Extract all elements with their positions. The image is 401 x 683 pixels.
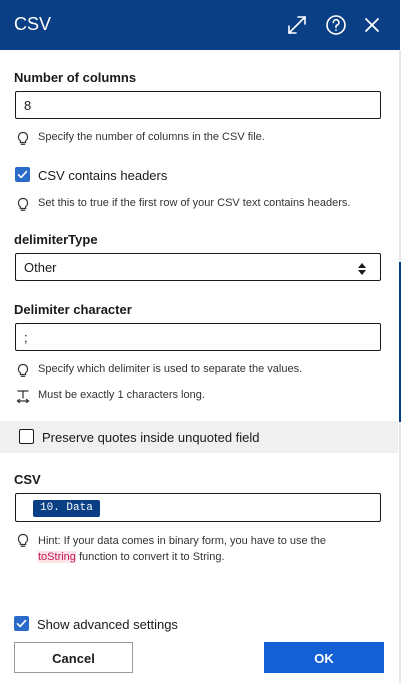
cancel-button[interactable]: Cancel: [14, 642, 133, 673]
lightbulb-icon: [16, 131, 32, 147]
num-columns-label: Number of columns: [14, 70, 137, 85]
delimiter-type-label: delimiterType: [14, 232, 98, 247]
csv-label: CSV: [14, 472, 41, 487]
delimiter-length-hint-text: Must be exactly 1 characters long.: [38, 389, 205, 401]
data-token-pill[interactable]: 10. Data: [33, 500, 100, 517]
csv-hint-after: function to convert it to String.: [75, 551, 225, 563]
preserve-quotes-checkbox[interactable]: [19, 429, 34, 444]
headers-checkbox-label[interactable]: CSV contains headers: [38, 168, 167, 183]
delimiter-char-hint: Specify which delimiter is used to separ…: [16, 363, 302, 379]
advanced-settings-label[interactable]: Show advanced settings: [37, 617, 178, 632]
close-icon[interactable]: [360, 13, 384, 37]
preserve-quotes-label[interactable]: Preserve quotes inside unquoted field: [42, 430, 260, 445]
delimiter-length-hint: Must be exactly 1 characters long.: [16, 389, 205, 403]
ok-button[interactable]: OK: [264, 642, 384, 673]
lightbulb-icon: [16, 533, 32, 549]
headers-checkbox[interactable]: [15, 167, 30, 182]
panel-header: CSV: [0, 0, 400, 50]
csv-hint: Hint: If your data comes in binary form,…: [16, 533, 346, 565]
num-columns-input[interactable]: [15, 91, 381, 119]
checkmark-icon: [17, 170, 28, 179]
delimiter-char-label: Delimiter character: [14, 302, 132, 317]
headers-hint-text: Set this to true if the first row of you…: [38, 197, 351, 209]
panel-title: CSV: [14, 14, 52, 34]
tostring-function: toString: [38, 551, 76, 563]
advanced-settings-checkbox[interactable]: [14, 616, 29, 631]
headers-hint: Set this to true if the first row of you…: [16, 197, 350, 213]
lightbulb-icon: [16, 197, 32, 213]
help-icon[interactable]: [324, 13, 348, 37]
csv-hint-text: Hint: If your data comes in binary form,…: [38, 533, 326, 565]
expand-icon[interactable]: [285, 13, 309, 37]
select-arrows-icon: [358, 262, 366, 275]
delimiter-type-value: Other: [24, 260, 57, 275]
delimiter-char-input[interactable]: [15, 323, 381, 351]
text-length-icon: [16, 389, 32, 403]
csv-hint-before: Hint: If your data comes in binary form,…: [38, 535, 326, 547]
delimiter-char-hint-text: Specify which delimiter is used to separ…: [38, 363, 303, 375]
num-columns-hint-text: Specify the number of columns in the CSV…: [38, 131, 265, 143]
num-columns-hint: Specify the number of columns in the CSV…: [16, 131, 265, 147]
lightbulb-icon: [16, 363, 32, 379]
delimiter-type-select[interactable]: Other: [15, 253, 381, 281]
checkmark-icon: [16, 619, 27, 628]
